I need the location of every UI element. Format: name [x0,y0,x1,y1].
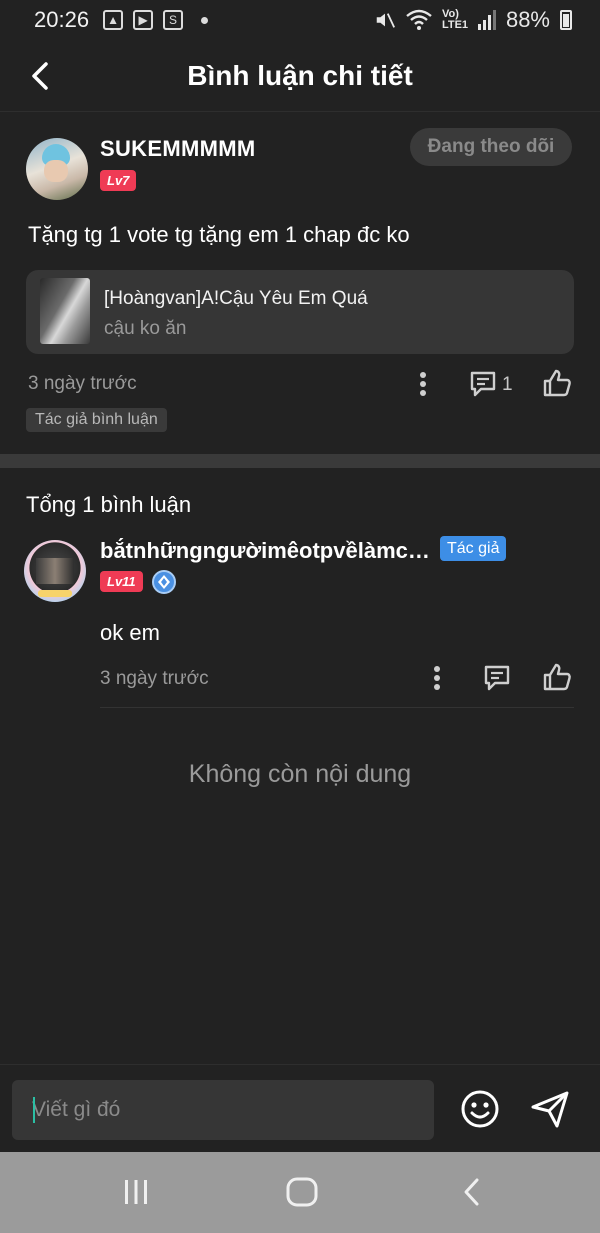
more-options-button[interactable] [424,662,450,694]
like-icon [543,663,571,691]
text-caret [33,1097,35,1123]
like-icon [543,369,571,397]
reply-icon [470,371,496,397]
level-badge: Lv11 [100,571,143,592]
more-icon [420,372,426,396]
vip-badge-icon [152,570,176,594]
home-icon [286,1177,318,1207]
reply-count: 1 [502,374,513,395]
comment-meta: 3 ngày trước 1 [0,366,600,402]
comments-count: Tổng 1 bình luận [26,492,192,517]
mute-icon [376,13,395,28]
more-notifications-icon [201,16,209,24]
manga-card[interactable]: [Hoàngvan]A!Cậu Yêu Em Quá cậu ko ăn [26,270,574,354]
comment-input-bar [0,1064,600,1152]
reply-time: 3 ngày trước [100,668,209,689]
more-icon [434,666,440,690]
like-button[interactable] [540,660,574,694]
system-nav-bar [0,1152,600,1233]
more-options-button[interactable] [410,368,436,400]
main-comment: SUKEMMMMM Lv7 Đang theo dõi Tặng tg 1 vo… [0,112,600,454]
home-button[interactable] [282,1174,322,1210]
username[interactable]: SUKEMMMMM [100,136,255,162]
reply-meta: 3 ngày trước [100,660,574,708]
comment-text: Tặng tg 1 vote tg tặng em 1 chap đc ko [28,222,410,247]
level-badge: Lv7 [100,170,137,191]
avatar[interactable] [24,540,86,602]
manga-thumbnail [40,278,90,344]
gallery-icon: ▲ [103,10,124,30]
section-divider [0,454,600,468]
battery-percent: 88% [505,7,550,32]
network-type: Vo) LTE1 [441,8,469,31]
system-back-button[interactable] [452,1174,492,1210]
follow-button[interactable]: Đang theo dõi [410,128,572,166]
page-header: Bình luận chi tiết [0,40,600,112]
reply-icon [484,665,510,691]
reply-text: ok em [100,620,160,645]
avatar[interactable] [26,138,88,200]
status-bar: 20:26 ▲ ▶ S Vo) LTE1 88% [0,0,600,40]
youtube-icon: ▶ [133,10,154,30]
comment-input[interactable] [12,1080,434,1140]
end-of-list-text: Không còn nội dung [188,760,412,788]
emoji-icon [461,1090,499,1128]
page-title: Bình luận chi tiết [187,59,413,91]
send-button[interactable] [528,1087,572,1131]
shopee-icon: S [163,10,184,30]
recent-apps-icon [125,1180,147,1204]
nav-back-icon [464,1178,479,1206]
back-icon [32,62,48,90]
author-tag: Tác giả [440,536,507,561]
replies-section: Tổng 1 bình luận bắtnhữngngườimêotpvềlàm… [0,468,600,1064]
reply-button[interactable] [480,662,514,694]
manga-title: [Hoàngvan]A!Cậu Yêu Em Quá [104,288,368,309]
signal-icon [477,10,496,30]
notification-icons: ▲ ▶ S [103,10,209,30]
status-time: 20:26 [34,7,90,32]
reply-username[interactable]: bắtnhữngngườimêotpvềlàmch... [100,538,436,564]
send-icon [531,1091,569,1128]
back-button[interactable] [22,56,58,96]
manga-chapter: cậu ko ăn [104,318,187,339]
comment-time: 3 ngày trước [28,373,137,394]
reply-button[interactable] [466,368,500,400]
wifi-icon [406,9,432,30]
recent-apps-button[interactable] [116,1174,156,1210]
author-comment-chip: Tác giả bình luận [26,408,167,432]
emoji-button[interactable] [458,1087,502,1131]
status-indicators: Vo) LTE1 88% [374,7,572,33]
battery-icon [560,10,572,30]
like-button[interactable] [540,366,574,400]
